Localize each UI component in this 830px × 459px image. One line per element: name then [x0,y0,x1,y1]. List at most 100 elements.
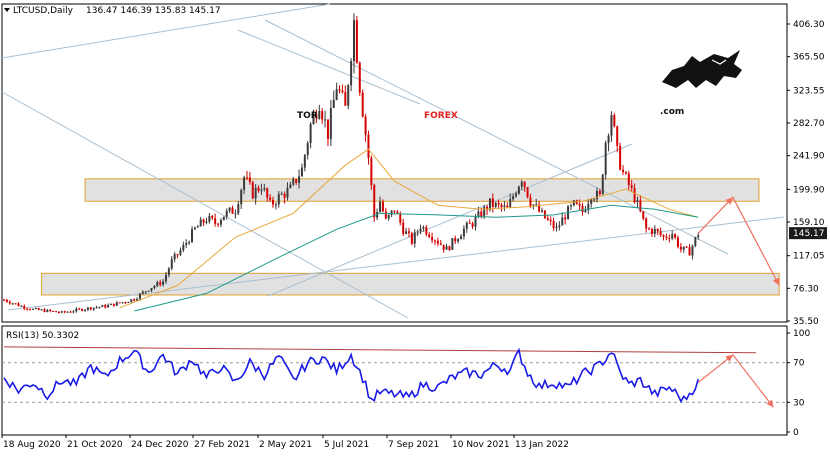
candle-body [257,187,260,191]
candle-body [353,20,356,62]
candle-body [17,303,20,307]
y-tick-label: 199.90 [793,185,825,195]
candle-body [361,92,364,117]
candle-body [63,311,66,313]
candle-body [199,219,202,227]
candle-body [497,202,500,205]
y-tick-label: 76.30 [793,284,819,294]
x-tick-label: 2 May 2021 [259,440,312,450]
candle-body [202,219,205,223]
candle-body [419,228,422,232]
x-tick-label: 10 Nov 2021 [452,440,510,450]
candle-body [101,305,104,307]
candle-body [601,174,604,195]
candle-body [81,308,84,311]
candle-body [402,222,405,234]
candle-body [514,193,517,197]
candle-body [121,302,124,304]
candle-body [367,134,370,158]
candle-body [107,304,110,308]
candle-body [370,157,373,186]
candle-body [671,234,674,239]
candle-body [188,242,191,244]
candle-body [520,181,523,187]
candle-body [488,198,491,210]
y-tick-label: 323.55 [793,86,825,96]
candle-body [509,199,512,208]
candle-body [491,198,494,207]
candle-body [595,190,598,200]
candle-body [650,229,653,234]
x-tick-label: 13 Jan 2022 [515,440,569,450]
candle-body [31,308,34,310]
candle-body [344,92,347,106]
candle-body [231,207,234,214]
candle-body [167,268,170,275]
candle-body [124,302,127,304]
candle-body [86,307,89,310]
candle-body [300,167,303,177]
candle-body [564,217,567,220]
candle-body [193,227,196,230]
candle-body [384,211,387,219]
candle-body [593,199,596,201]
y-tick-label: 117.05 [793,252,825,262]
candle-body [503,205,506,207]
candle-body [57,312,60,314]
candle-body [164,274,167,282]
candle-body [34,308,37,310]
candle-body [645,218,648,229]
candle-body [112,303,115,306]
candle-body [338,89,341,91]
candle-body [627,173,630,186]
candle-body [468,222,471,224]
candle-body [648,228,651,230]
candle-body [95,307,98,309]
candle-body [89,307,92,310]
x-tick-label: 24 Dec 2020 [131,440,189,450]
candle-body [413,232,416,244]
candle-body [237,204,240,214]
candle-body [555,226,558,229]
y-tick-label: 35.50 [793,317,819,327]
candle-body [295,179,298,183]
candle-body [512,196,515,200]
candle-body [329,107,332,139]
candle-body [222,216,225,221]
candle-body [358,62,361,93]
candle-body [341,90,344,93]
candle-body [324,119,327,121]
candle-body [254,187,257,199]
rsi-header: RSI(13) 50.3302 [6,331,79,341]
candle-body [26,308,29,310]
candle-body [526,187,529,198]
candle-body [633,187,636,203]
candle-body [260,189,263,191]
candle-body [474,216,477,227]
candle-body [442,244,445,250]
candle-body [298,176,301,183]
candle-body [364,116,367,135]
sr-zone [41,272,780,296]
candle-body [225,210,228,217]
candle-body [240,189,243,205]
candle-body [691,245,694,256]
y-tick-label: 282.70 [793,119,825,129]
candle-body [445,246,448,250]
candle-body [98,306,101,308]
candle-body [141,291,144,294]
candle-body [326,119,329,139]
y-tick-label: 365.50 [793,53,825,63]
candle-body [465,222,468,229]
candle-body [110,303,113,305]
candle-body [584,210,587,212]
candle-body [590,199,593,204]
candle-body [610,115,613,136]
y-tick-label: 159.10 [793,218,825,228]
candle-body [659,231,662,236]
candle-body [11,303,14,305]
candle-body [274,204,277,206]
rsi-frame [1,325,788,436]
candle-body [639,200,642,212]
candle-body [5,299,8,302]
